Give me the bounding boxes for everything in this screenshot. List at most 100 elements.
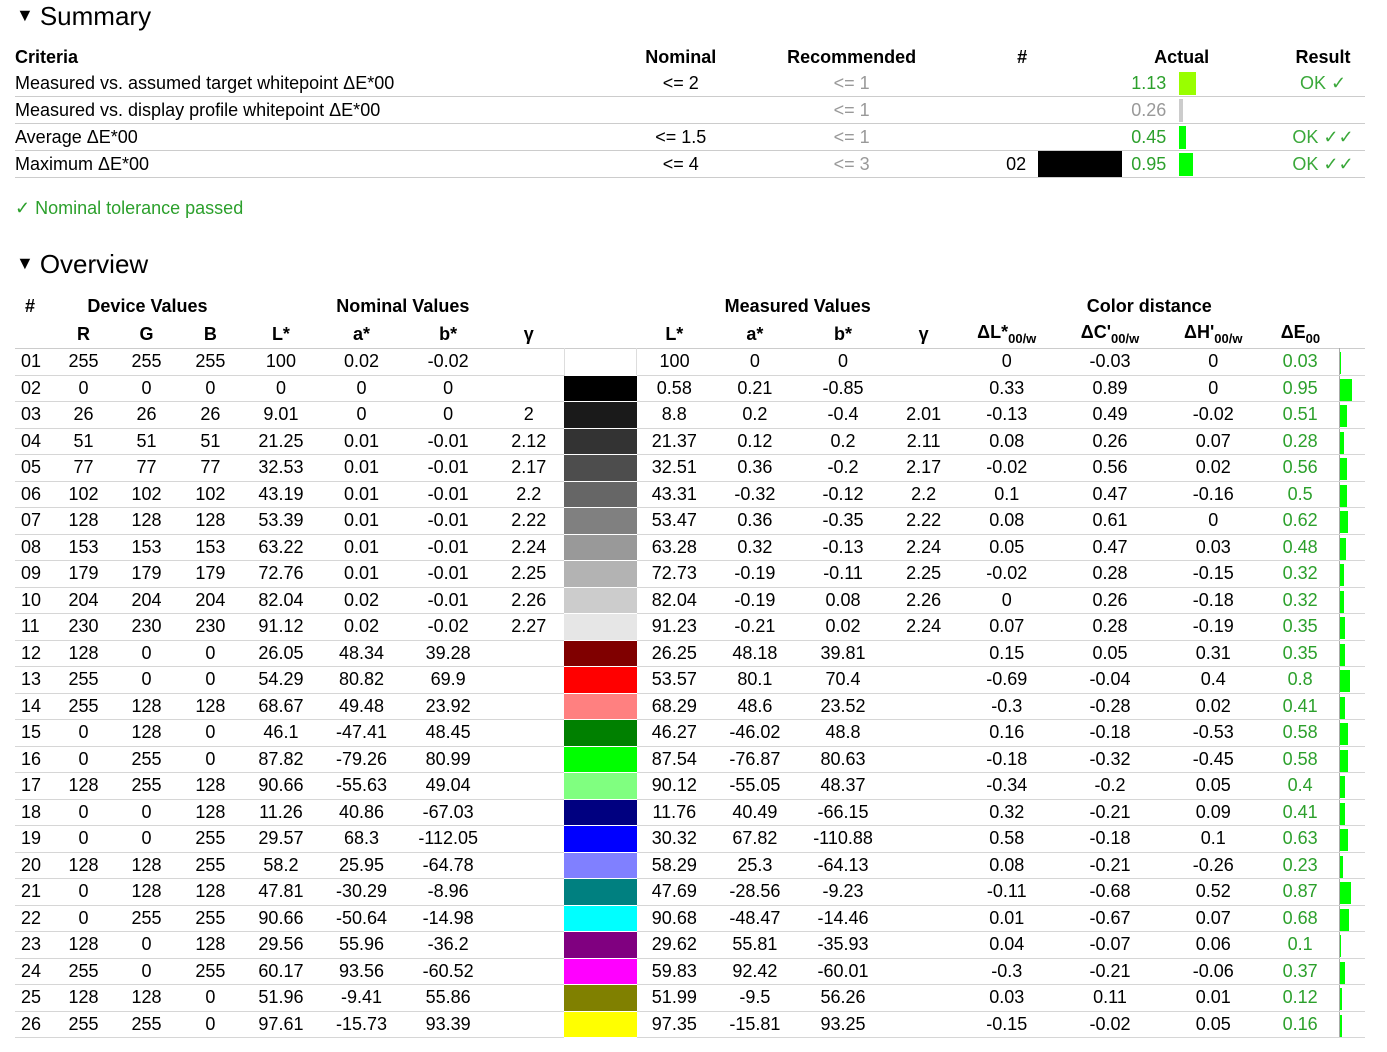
- measured-b-cell: -0.35: [797, 507, 889, 535]
- delta-e-cell: 0.35: [1261, 640, 1340, 667]
- device-r-cell: 26: [53, 401, 114, 429]
- color-swatch: [564, 507, 637, 535]
- device-r-cell: 0: [53, 375, 114, 402]
- device-r-cell: 0: [53, 746, 114, 773]
- measured-l-cell: 8.8: [636, 401, 713, 429]
- color-swatch: [564, 401, 637, 429]
- delta-e-bar-cell: [1339, 454, 1365, 482]
- table-row: 20 128 128 255 58.2 25.95 -64.78 58.29 25.3 -64.1…: [15, 852, 1365, 879]
- collapse-triangle-icon[interactable]: ▼: [16, 253, 34, 273]
- measured-b-cell: 93.25: [797, 1011, 889, 1038]
- device-b-cell: 128: [179, 772, 242, 800]
- device-g-cell: 0: [113, 799, 180, 826]
- table-row: 15 0 128 0 46.1 -47.41 48.45 46.27 -46.02 48.8 0.1…: [15, 719, 1365, 747]
- delta-h-cell: -0.53: [1165, 719, 1262, 747]
- nominal-b-cell: 49.04: [402, 772, 494, 800]
- delta-e-bar-cell: [1339, 640, 1365, 667]
- patch-number-cell: 25: [15, 984, 54, 1012]
- delta-h-cell: 0.1: [1165, 825, 1262, 853]
- table-row: 08 153 153 153 63.22 0.01 -0.01 2.24 63.28 0.32 -0…: [15, 534, 1365, 561]
- color-swatch: [563, 348, 638, 376]
- delta-h-cell: 0.06: [1165, 931, 1262, 959]
- nominal-a-cell: -55.63: [320, 772, 403, 800]
- table-row: 10 204 204 204 82.04 0.02 -0.01 2.26 82.04 -0.19 0…: [15, 587, 1365, 614]
- nominal-b-cell: 55.86: [402, 984, 494, 1012]
- result-cell: OK ✓✓: [1281, 123, 1365, 151]
- measured-a-cell: 92.42: [712, 958, 798, 985]
- summary-header-row: Criteria Nominal Recommended # Actual Re…: [15, 44, 1365, 70]
- patch-number-cell: 07: [15, 507, 54, 535]
- device-b-cell: 0: [179, 666, 242, 694]
- collapse-triangle-icon[interactable]: ▼: [16, 5, 34, 25]
- criteria-header: Criteria: [15, 46, 79, 67]
- criteria-cell: Average ΔE*00: [15, 123, 581, 151]
- measured-b-cell: 39.81: [797, 640, 889, 667]
- measured-l-cell: 32.51: [636, 454, 713, 482]
- nominal-l-cell: 32.53: [241, 454, 321, 482]
- measured-b-cell: 48.37: [797, 772, 889, 800]
- table-row: 02 0 0 0 0 0 0 0.58 0.21 -0.85 0.33 0.89 0 0.95: [15, 375, 1365, 402]
- device-values-header: Device Values: [87, 295, 208, 316]
- nominal-a-cell: 0.01: [320, 428, 403, 455]
- measured-a-cell: 0.36: [712, 454, 798, 482]
- summary-heading[interactable]: ▼ Summary: [16, 0, 151, 31]
- device-r-cell: 128: [53, 852, 114, 879]
- device-r-cell: 255: [53, 348, 114, 376]
- measured-a-cell: -28.56: [712, 878, 798, 906]
- delta-e-cell: 0.87: [1261, 878, 1340, 906]
- delta-e-cell: 0.41: [1261, 693, 1340, 720]
- table-row: 21 0 128 128 47.81 -30.29 -8.96 47.69 -28.56 -9.2…: [15, 878, 1365, 906]
- delta-e-bar: [1340, 564, 1345, 586]
- delta-c-cell: 0.28: [1054, 613, 1166, 641]
- measured-gamma-cell: [888, 348, 959, 376]
- measured-gamma-cell: 2.01: [888, 401, 959, 429]
- delta-e-cell: 0.23: [1261, 852, 1340, 879]
- col-measured-gamma-header: γ: [918, 323, 929, 344]
- device-g-cell: 26: [113, 401, 180, 429]
- delta-e-bar-cell: [1339, 401, 1365, 429]
- measured-gamma-cell: [888, 693, 959, 720]
- color-swatch: [564, 666, 637, 694]
- device-r-cell: 102: [53, 481, 114, 508]
- nominal-b-cell: -0.01: [402, 481, 494, 508]
- delta-e-bar: [1340, 802, 1346, 825]
- nominal-l-cell: 47.81: [241, 878, 321, 906]
- color-swatch: [564, 640, 637, 667]
- criteria-cell: Measured vs. display profile whitepoint …: [15, 96, 581, 124]
- measured-l-cell: 30.32: [636, 825, 713, 853]
- overview-heading[interactable]: ▼ Overview: [16, 248, 148, 279]
- nominal-gamma-cell: [493, 958, 565, 985]
- nominal-l-cell: 53.39: [241, 507, 321, 535]
- nominal-gamma-cell: 2.27: [493, 613, 565, 641]
- column-header-row: R G B L* a* b* γ L* a* b* γ ΔL*00/w ΔC'0…: [15, 320, 1365, 349]
- delta-l-cell: 0.16: [958, 719, 1055, 747]
- nominal-gamma-cell: [493, 375, 565, 402]
- table-row: 07 128 128 128 53.39 0.01 -0.01 2.22 53.47 0.36 -0…: [15, 507, 1365, 535]
- measured-a-cell: -55.05: [712, 772, 798, 800]
- criteria-cell: Measured vs. assumed target whitepoint Δ…: [15, 70, 581, 97]
- measured-gamma-cell: 2.22: [888, 507, 959, 535]
- device-r-cell: 230: [53, 613, 114, 641]
- nominal-b-cell: 80.99: [402, 746, 494, 773]
- measured-b-cell: -0.12: [797, 481, 889, 508]
- result-cell: OK ✓: [1281, 70, 1365, 97]
- device-g-cell: 255: [113, 772, 180, 800]
- device-r-cell: 179: [53, 560, 114, 588]
- measured-gamma-cell: [888, 825, 959, 853]
- device-r-cell: 0: [53, 905, 114, 932]
- table-row: 22 0 255 255 90.66 -50.64 -14.98 90.68 -48.47 -14…: [15, 905, 1365, 932]
- delta-l-cell: -0.13: [958, 401, 1055, 429]
- delta-e-bar: [1340, 590, 1345, 613]
- measured-gamma-cell: [888, 799, 959, 826]
- device-b-cell: 102: [179, 481, 242, 508]
- delta-c-cell: 0.05: [1054, 640, 1166, 667]
- measured-l-cell: 29.62: [636, 931, 713, 959]
- nominal-l-cell: 21.25: [241, 428, 321, 455]
- device-g-cell: 255: [113, 1011, 180, 1038]
- device-g-cell: 102: [113, 481, 180, 508]
- device-g-cell: 128: [113, 878, 180, 906]
- nominal-gamma-cell: [493, 746, 565, 773]
- delta-c-cell: -0.21: [1054, 852, 1166, 879]
- measured-l-cell: 63.28: [636, 534, 713, 561]
- delta-l-cell: 0.1: [958, 481, 1055, 508]
